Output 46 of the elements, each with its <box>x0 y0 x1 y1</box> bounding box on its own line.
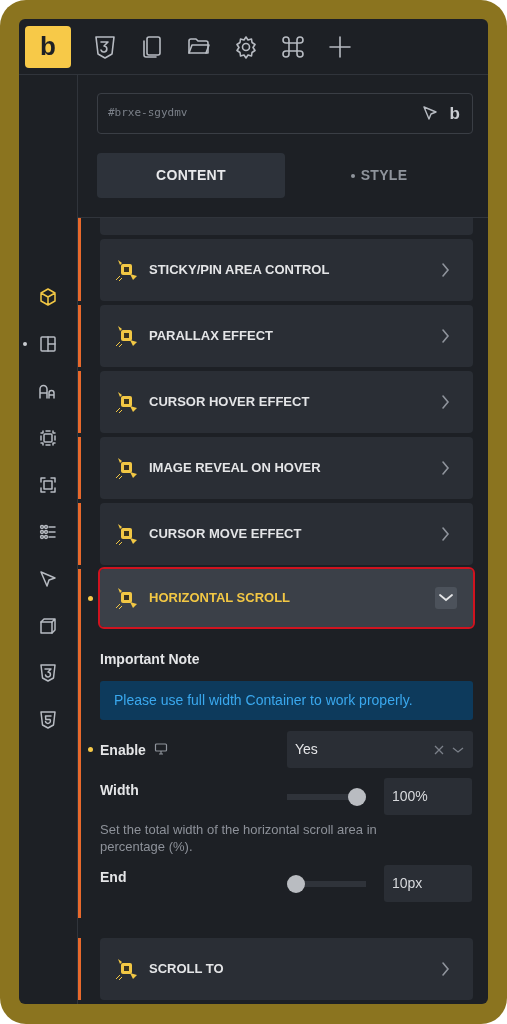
css3-shield-icon[interactable] <box>92 33 118 60</box>
cube-icon[interactable] <box>38 286 58 307</box>
field-label: End <box>100 868 127 887</box>
help-text: Set the total width of the horizontal scroll area in percentage (%). <box>100 821 378 855</box>
frame-icon[interactable] <box>38 427 58 448</box>
section-label: Important Note <box>100 650 200 669</box>
plugin-icon <box>114 323 139 349</box>
plugin-icon <box>114 455 139 481</box>
value-field[interactable]: 10px <box>384 865 472 902</box>
clear-icon[interactable] <box>433 743 445 756</box>
layout-icon[interactable] <box>38 333 58 354</box>
add-icon[interactable] <box>327 33 353 60</box>
tab[interactable]: STYLE <box>285 152 473 198</box>
settings-icon[interactable] <box>233 33 259 60</box>
accordion-header[interactable]: CURSOR MOVE EFFECT <box>100 503 473 565</box>
monitor-icon <box>153 742 168 756</box>
plugin-icon <box>114 389 139 415</box>
pointer-icon[interactable] <box>421 105 438 122</box>
html5-shield-icon[interactable] <box>38 709 58 730</box>
command-icon[interactable] <box>280 33 306 60</box>
logo-badge[interactable]: b <box>449 100 460 127</box>
accordion-header[interactable]: CURSOR HOVER EFFECT <box>100 371 473 433</box>
field-label: Width <box>100 781 139 800</box>
slider-thumb[interactable] <box>348 787 366 806</box>
field-label: Enable <box>100 741 146 760</box>
accordion-header[interactable]: PARALLAX EFFECT <box>100 305 473 367</box>
select-field[interactable]: Yes <box>287 731 473 768</box>
slider-thumb[interactable] <box>287 874 305 893</box>
plugin-icon <box>114 585 139 611</box>
accordion-header[interactable]: STICKY/PIN AREA CONTROL <box>100 239 473 301</box>
pointer-icon[interactable] <box>38 568 58 589</box>
plugin-icon <box>114 257 139 283</box>
css3-shield-icon[interactable] <box>38 662 58 683</box>
accordion-header[interactable]: SCROLL TO <box>100 938 473 1000</box>
id-field[interactable]: #brxe-sgydmv b <box>97 93 473 134</box>
box-icon[interactable] <box>38 615 58 636</box>
focus-icon[interactable] <box>38 474 58 495</box>
accordion-header[interactable]: IMAGE REVEAL ON HOVER <box>100 437 473 499</box>
accordion-header[interactable]: HORIZONTAL SCROLL <box>100 569 473 627</box>
logo[interactable]: b <box>25 25 71 68</box>
plugin-icon <box>114 956 139 982</box>
collapse-button[interactable] <box>435 587 457 609</box>
info-note: Please use full width Container to work properly. <box>100 681 473 720</box>
value-field[interactable]: 100% <box>384 778 472 815</box>
plugin-icon <box>114 521 139 547</box>
tab[interactable]: CONTENT <box>97 152 285 198</box>
